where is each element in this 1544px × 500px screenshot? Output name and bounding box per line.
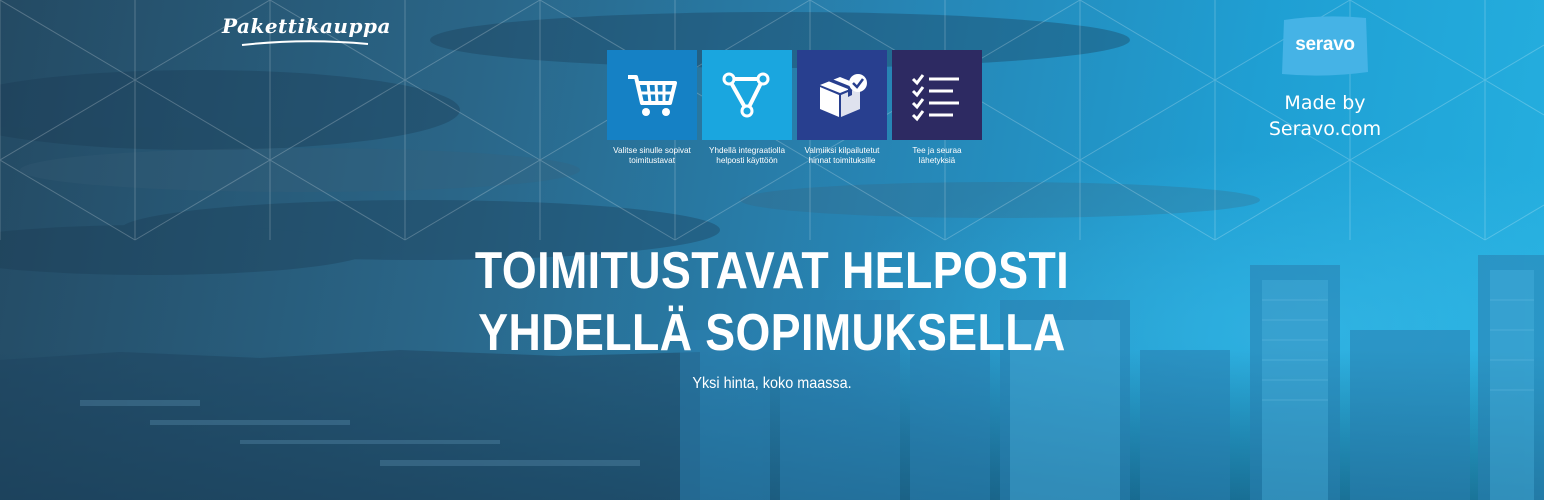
integration-nodes-icon <box>722 72 770 118</box>
feature-caption-integration: Yhdellä integraatiolla helposti käyttöön <box>708 146 785 165</box>
feature-tile-pricing <box>797 50 887 140</box>
seravo-logo-text: seravo <box>1295 34 1355 55</box>
made-by-credit[interactable]: Made by Seravo.com <box>1255 90 1395 142</box>
made-by-line2: Seravo.com <box>1268 118 1382 140</box>
banner: Pakettikauppa Valitse sinulle sopivat to… <box>0 0 1544 500</box>
hero-headline-line1: TOIMITUSTAVAT HELPOSTI <box>474 242 1070 300</box>
hero-tagline: Yksi hinta, koko maassa. <box>692 375 852 392</box>
feature-tile-delivery-methods <box>607 50 697 140</box>
logo-swoosh-icon <box>241 40 369 46</box>
feature-tile-shipments <box>892 50 982 140</box>
checklist-icon <box>911 74 959 122</box>
made-by-line1: Made by <box>1284 92 1366 114</box>
package-check-icon <box>820 74 867 117</box>
feature-tile-integration <box>702 50 792 140</box>
feature-caption-shipments: Tee ja seuraa lähetyksiä <box>912 146 962 165</box>
feature-caption-pricing: Valmiiksi kilpailutetut hinnat toimituks… <box>804 146 880 165</box>
feature-tiles: Valitse sinulle sopivat toimitustavat Yh… <box>607 50 983 170</box>
pakettikauppa-logo[interactable]: Pakettikauppa <box>222 14 391 46</box>
logo-text: Pakettikauppa <box>222 14 391 38</box>
feature-caption-delivery-methods: Valitse sinulle sopivat toimitustavat <box>613 146 691 165</box>
hero-headline-line2: YHDELLÄ SOPIMUKSELLA <box>478 304 1066 362</box>
hero-headline: TOIMITUSTAVAT HELPOSTI YHDELLÄ SOPIMUKSE… <box>428 240 1116 364</box>
shopping-cart-icon <box>628 75 677 116</box>
